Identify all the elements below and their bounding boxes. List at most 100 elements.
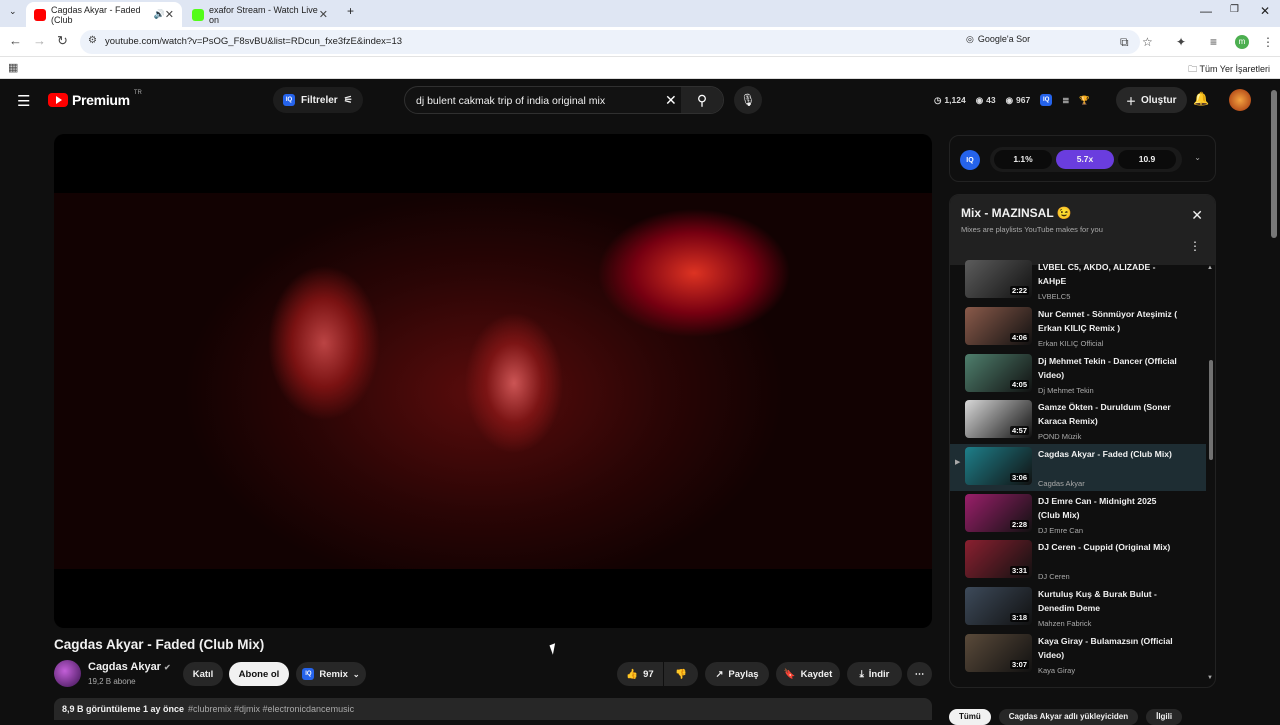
share-button[interactable]: ↗ Paylaş [705,662,769,686]
site-info-icon[interactable]: ⚙ [88,35,97,46]
google-sor-button[interactable]: ◎ Google'a Sor [960,30,1036,48]
clear-search-icon[interactable]: ✕ [665,92,677,109]
playlist-item[interactable]: 4:57 Gamze Ökten - Duruldum (Soner Karaca… [950,397,1206,444]
restore-icon[interactable]: ❐ [1230,4,1239,15]
playlist-item-title[interactable]: DJ Emre Can - Midnight 2025 (Club Mix) [1038,495,1178,522]
filter-chip[interactable]: Cagdas Akyar adlı yükleyiciden [998,709,1139,725]
more-vertical-icon[interactable]: ⋮ [1189,239,1201,253]
profile-avatar[interactable]: m [1235,35,1249,49]
subscribe-button[interactable]: Abone ol [229,662,289,686]
download-button[interactable]: ⤓ İndir [847,662,902,686]
playlist-item[interactable]: 3:31 DJ Ceren - Cuppid (Original Mix) DJ C… [950,537,1206,584]
join-button[interactable]: Katıl [183,662,223,686]
playlist-scrollbar[interactable]: ▲ ▼ [1207,265,1214,685]
playlist-item-title[interactable]: Kurtuluş Kuş & Burak Bulut - Denedim Dem… [1038,588,1178,615]
playlist-item-title[interactable]: DJ Ceren - Cuppid (Original Mix) [1038,541,1178,555]
dislike-button[interactable]: 👎 [664,662,698,686]
url-text[interactable]: youtube.com/watch?v=PsOG_F8svBU&list=RDc… [105,36,402,47]
save-button[interactable]: 🔖 Kaydet [776,662,840,686]
filter-chip[interactable]: Tümü [949,709,991,725]
extensions-icon[interactable]: ✦ [1176,35,1186,49]
voice-search-button[interactable]: 🎙 [734,86,762,114]
more-actions-button[interactable]: ⋯ [907,662,932,686]
back-icon[interactable]: ← [9,33,22,48]
playlist-thumbnail[interactable]: 4:57 [965,400,1032,438]
playlist-thumbnail[interactable]: 4:06 [965,307,1032,345]
speaker-icon[interactable]: 🔊 [154,9,165,20]
playlist-item[interactable]: 4:06 Nur Cennet - Sönmüyor Ateşimiz ( Erk… [950,304,1206,351]
menu-kebab-icon[interactable]: ⋮ [1262,35,1274,49]
speed-option[interactable]: 1.1% [994,150,1052,169]
playlist-thumbnail[interactable]: 3:18 [965,587,1032,625]
playlist-item-title[interactable]: Dj Mehmet Tekin - Dancer (Official Video… [1038,355,1178,382]
forward-icon[interactable]: → [33,33,46,48]
iq-icon: IQ [283,94,295,106]
queue-icon[interactable]: ≣ [1062,94,1069,106]
playlist-thumbnail[interactable]: 2:28 [965,494,1032,532]
speed-option-selected[interactable]: 5.7x [1056,150,1114,169]
media-icon[interactable]: ≡ [1210,35,1217,49]
search-input[interactable]: dj bulent cakmak trip of india original … [416,95,605,107]
speed-option[interactable]: 10.9 [1118,150,1176,169]
scrollbar-thumb[interactable] [1209,360,1213,460]
region-code: TR [133,90,142,96]
close-window-icon[interactable]: ✕ [1260,4,1270,18]
video-player[interactable] [54,134,932,628]
video-frame[interactable] [54,193,932,569]
user-avatar[interactable] [1229,89,1251,111]
trophy-icon[interactable]: 🏆 [1079,94,1090,106]
folder-icon: 🗀 [1188,64,1198,74]
browser-tab-kick[interactable]: exafor Stream - Watch Live on ✕ [184,2,336,27]
cast-icon[interactable]: ⧉ [1120,35,1129,50]
playlist-item-title[interactable]: Gamze Ökten - Duruldum (Soner Karaca Rem… [1038,401,1178,428]
close-tab-icon[interactable]: ✕ [165,8,174,21]
browser-tab-youtube[interactable]: Cagdas Akyar - Faded (Club 🔊 ✕ [26,2,182,27]
youtube-logo[interactable]: Premium TR [48,90,142,108]
apps-grid-icon[interactable]: ▦ [8,61,18,74]
hamburger-menu-icon[interactable]: ☰ [17,92,30,110]
playlist-item-title[interactable]: LVBEL C5, AKDO, ALIZADE - kAHpE [1038,261,1178,288]
remix-button[interactable]: IQ Remix ⌄ [296,662,366,686]
channel-name[interactable]: Cagdas Akyar ✔ [88,661,171,673]
playlist-item-title[interactable]: Nur Cennet - Sönmüyor Ateşimiz ( Erkan K… [1038,308,1178,335]
close-icon[interactable]: ✕ [1191,207,1203,224]
playlist-thumbnail[interactable]: 3:07 [965,634,1032,672]
playlist-item[interactable]: 2:28 DJ Emre Can - Midnight 2025 (Club Mi… [950,491,1206,538]
tab-search-icon[interactable]: ⌄ [9,6,17,17]
iq-icon: IQ [302,668,315,680]
page-scrollbar[interactable] [1271,90,1277,238]
filters-button[interactable]: IQ Filtreler ⚟ [273,87,363,113]
playlist-item-title[interactable]: Kaya Giray - Bulamazsın (Official Video) [1038,635,1178,662]
like-button[interactable]: 👍 97 [617,662,663,686]
playlist-thumbnail[interactable]: 4:05 [965,354,1032,392]
new-tab-button[interactable]: + [347,4,354,18]
minimize-icon[interactable]: — [1200,4,1212,18]
create-button[interactable]: ＋ Oluştur [1116,87,1187,113]
notifications-bell-icon[interactable]: 🔔 [1193,91,1209,107]
lens-icon: ◎ [966,33,974,44]
playlist-item[interactable]: 3:18 Kurtuluş Kuş & Burak Bulut - Denedim… [950,584,1206,631]
iq-icon[interactable]: IQ [1040,94,1053,106]
playlist-item[interactable]: 2:22 LVBEL C5, AKDO, ALIZADE - kAHpE LVBEL… [950,257,1206,304]
playlist-item[interactable]: 4:05 Dj Mehmet Tekin - Dancer (Official V… [950,351,1206,398]
bookmark-star-icon[interactable]: ☆ [1142,35,1153,49]
reload-icon[interactable]: ↻ [57,33,68,49]
hashtags[interactable]: #clubremix #djmix #electronicdancemusic [188,704,354,714]
channel-avatar[interactable] [54,660,81,687]
playlist-thumbnail[interactable]: 2:22 [965,260,1032,298]
all-bookmarks-link[interactable]: 🗀 Tüm Yer İşaretleri [1188,62,1270,78]
close-tab-icon[interactable]: ✕ [319,8,328,21]
playlist-item[interactable]: 3:07 Kaya Giray - Bulamazsın (Official Vi… [950,631,1206,678]
chevron-down-icon[interactable]: ⌄ [1194,153,1201,162]
playlist-item[interactable]: ▶ 3:06 Cagdas Akyar - Faded (Club Mix) Cagd… [950,444,1206,491]
playlist-thumbnail[interactable]: 3:06 [965,447,1032,485]
scroll-up-icon[interactable]: ▲ [1207,265,1213,271]
download-label: İndir [868,668,890,680]
search-button[interactable]: ⚲ [681,87,723,113]
scroll-down-icon[interactable]: ▼ [1207,675,1213,681]
search-box[interactable]: dj bulent cakmak trip of india original … [404,86,724,114]
filter-chip[interactable]: İlgili [1146,709,1183,725]
playlist-item-title[interactable]: Cagdas Akyar - Faded (Club Mix) [1038,448,1178,462]
playlist-thumbnail[interactable]: 3:31 [965,540,1032,578]
description-box[interactable]: 8,9 B görüntüleme 1 ay önce #clubremix #… [54,698,932,720]
